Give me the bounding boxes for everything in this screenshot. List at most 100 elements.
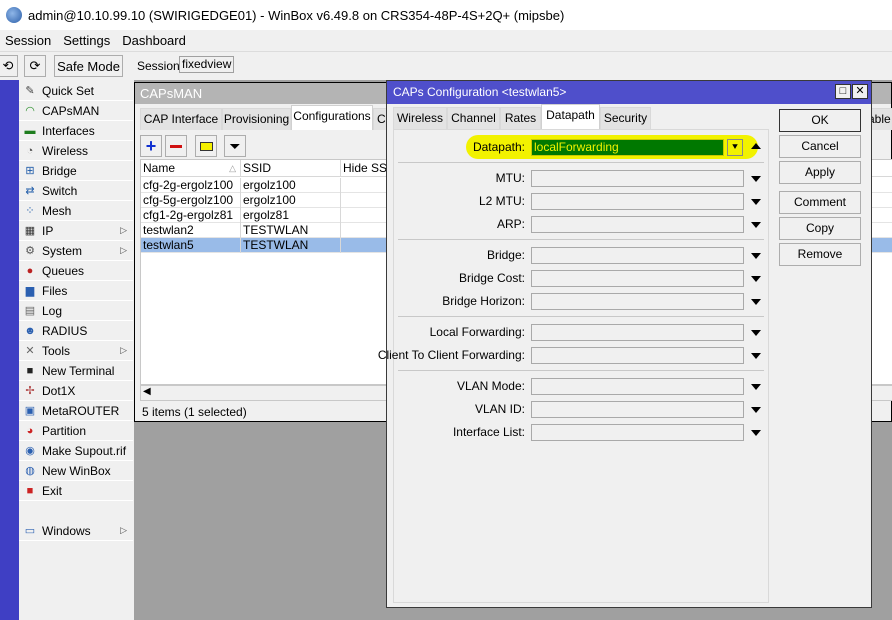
column-header-name[interactable]: Name △ [141, 160, 241, 177]
menu-dashboard[interactable]: Dashboard [117, 33, 192, 48]
sidebar-item-metarouter[interactable]: ▣ MetaROUTER [19, 401, 133, 421]
expand-down-icon[interactable] [751, 222, 761, 228]
sidebar-item-system[interactable]: ⚙ System ▷ [19, 241, 133, 261]
switch-icon: ⇄ [25, 185, 35, 197]
expand-down-icon[interactable] [751, 199, 761, 205]
bridge-horizon-field[interactable] [531, 293, 744, 310]
datapath-field[interactable]: localForwarding [531, 139, 724, 156]
sidebar-item-dot1x[interactable]: ✢ Dot1X [19, 381, 133, 401]
radius-icon: ☻ [24, 324, 36, 337]
sidebar-item-label: Exit [42, 483, 63, 498]
collapse-up-icon[interactable] [751, 143, 761, 149]
separator [398, 239, 764, 240]
sidebar-item-new-winbox[interactable]: ◍ New WinBox [19, 461, 133, 481]
sidebar-item-label: Windows [42, 523, 91, 538]
sidebar-item-new-terminal[interactable]: ■ New Terminal [19, 361, 133, 381]
sidebar-item-label: Dot1X [42, 383, 76, 398]
sidebar-item-queues[interactable]: ● Queues [19, 261, 133, 281]
safe-mode-button[interactable]: Safe Mode [54, 55, 123, 77]
sidebar-item-capsman[interactable]: ◠ CAPsMAN [19, 101, 133, 121]
menu-settings[interactable]: Settings [58, 33, 116, 48]
tab-rates[interactable]: Rates [500, 107, 541, 129]
expand-down-icon[interactable] [751, 330, 761, 336]
bridge-cost-field[interactable] [531, 270, 744, 287]
expand-down-icon[interactable] [751, 353, 761, 359]
expand-down-icon[interactable] [751, 407, 761, 413]
session-field[interactable]: fixedview [179, 56, 235, 73]
datapath-value: localForwarding [534, 140, 619, 154]
local-forwarding-field[interactable] [531, 324, 744, 341]
sidebar-item-radius[interactable]: ☻ RADIUS [19, 321, 133, 341]
menu-bar: Session Settings Dashboard [0, 30, 892, 50]
remove-button[interactable] [165, 135, 187, 157]
tab-provisioning[interactable]: Provisioning [222, 108, 291, 130]
expand-down-icon[interactable] [751, 176, 761, 182]
maximize-button[interactable]: □ [835, 84, 851, 99]
mtu-label: MTU: [495, 171, 525, 185]
sidebar-item-partition[interactable]: ◕ Partition [19, 421, 133, 441]
sidebar-item-interfaces[interactable]: ▬ Interfaces [19, 121, 133, 141]
remove-button[interactable]: Remove [779, 243, 861, 266]
sidebar-item-tools[interactable]: ✕ Tools ▷ [19, 341, 133, 361]
session-label: Session: [137, 59, 184, 73]
column-header-ssid[interactable]: SSID [241, 160, 341, 177]
comment-button[interactable] [195, 135, 217, 157]
expand-down-icon[interactable] [751, 253, 761, 259]
close-button[interactable]: ✕ [852, 84, 868, 99]
expand-down-icon[interactable] [751, 299, 761, 305]
title-bar: admin@10.10.99.10 (SWIRIGEDGE01) - WinBo… [0, 0, 892, 30]
tab-channel[interactable]: Channel [447, 107, 500, 129]
sidebar-item-windows[interactable]: ▭ Windows ▷ [19, 521, 133, 541]
cell-name: cfg-2g-ergolz100 [141, 178, 241, 193]
sidebar-item-files[interactable]: ▆ Files [19, 281, 133, 301]
sidebar-item-ip[interactable]: ▦ IP ▷ [19, 221, 133, 241]
comment-button[interactable]: Comment [779, 191, 861, 214]
sidebar-item-bridge[interactable]: ⊞ Bridge [19, 161, 133, 181]
sidebar-item-wireless[interactable]: ◔ Wireless [19, 141, 133, 161]
add-button[interactable]: + [140, 135, 162, 157]
sidebar-item-mesh[interactable]: ⁘ Mesh [19, 201, 133, 221]
sidebar-item-log[interactable]: ▤ Log [19, 301, 133, 321]
sidebar-item-exit[interactable]: ■ Exit [19, 481, 133, 501]
tab-configurations[interactable]: Configurations [291, 105, 373, 130]
expand-down-icon[interactable] [751, 276, 761, 282]
copy-button[interactable]: Copy [779, 217, 861, 240]
l2-mtu-label: L2 MTU: [478, 194, 525, 208]
expand-down-icon[interactable] [751, 384, 761, 390]
tab-cap-interface[interactable]: CAP Interface [140, 108, 222, 130]
sidebar-item-quick-set[interactable]: ✎ Quick Set [19, 81, 133, 101]
interface-list-field[interactable] [531, 424, 744, 441]
ok-button[interactable]: OK [779, 109, 861, 132]
expand-down-icon[interactable] [751, 430, 761, 436]
tab-security[interactable]: Security [600, 107, 651, 129]
cell-ssid: TESTWLAN [241, 223, 341, 238]
vlan-id-field[interactable] [531, 401, 744, 418]
menu-session[interactable]: Session [0, 33, 57, 48]
bridge-field[interactable] [531, 247, 744, 264]
sidebar-item-label: RADIUS [42, 323, 88, 338]
sidebar-item-switch[interactable]: ⇄ Switch [19, 181, 133, 201]
tab-datapath[interactable]: Datapath [541, 104, 600, 129]
dialog-title[interactable]: CAPs Configuration <testwlan5> [387, 81, 871, 104]
filter-button[interactable]: ⏷ [224, 135, 246, 157]
interfaces-icon: ▬ [24, 124, 36, 137]
cell-ssid: ergolz81 [241, 208, 341, 223]
supout-icon: ◉ [25, 445, 35, 457]
caps-configuration-dialog: CAPs Configuration <testwlan5> □ ✕ Wirel… [378, 80, 872, 608]
sidebar-item-label: Tools [42, 343, 71, 358]
sidebar-item-make-supout-rif[interactable]: ◉ Make Supout.rif [19, 441, 133, 461]
datapath-dropdown-button[interactable]: ⯆ [727, 139, 743, 156]
mtu-field[interactable] [531, 170, 744, 187]
winbox-logo-icon [6, 7, 22, 23]
wireless-icon: ◔ [26, 144, 34, 157]
cancel-button[interactable]: Cancel [779, 135, 861, 158]
l2-mtu-field[interactable] [531, 193, 744, 210]
undo-button[interactable]: ⟲ [0, 55, 18, 77]
redo-button[interactable]: ⟳ [24, 55, 46, 77]
vlan-mode-field[interactable] [531, 378, 744, 395]
tab-wireless[interactable]: Wireless [393, 107, 447, 129]
scroll-left-icon[interactable]: ◀ [143, 386, 151, 397]
client-to-client-forwarding-field[interactable] [531, 347, 744, 364]
arp-field[interactable] [531, 216, 744, 233]
apply-button[interactable]: Apply [779, 161, 861, 184]
